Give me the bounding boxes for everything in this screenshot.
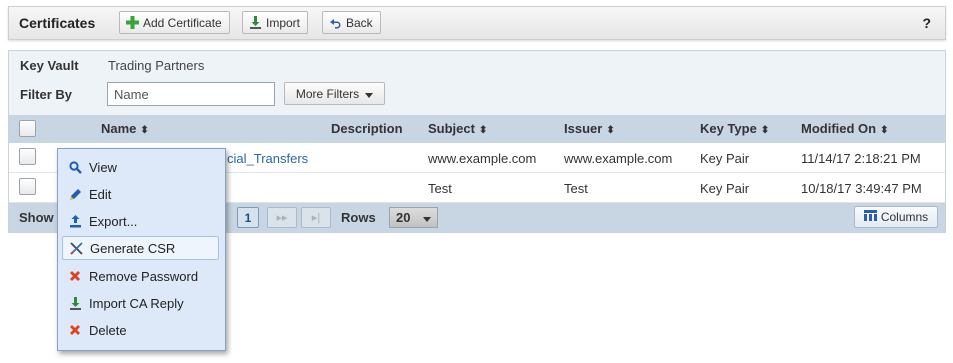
- caret-down-icon: [423, 210, 431, 225]
- back-button[interactable]: Back: [322, 11, 381, 34]
- more-filters-button[interactable]: More Filters: [284, 82, 385, 105]
- row-checkbox[interactable]: [19, 148, 36, 165]
- red-x-icon: [68, 323, 82, 337]
- sort-icon: ⬍: [880, 125, 889, 136]
- row-context-menu: View Edit Export... Generate CSR Remove …: [57, 148, 226, 351]
- columns-label: Columns: [880, 210, 929, 224]
- column-name[interactable]: Name ⬍: [101, 121, 149, 136]
- issuer-cell: www.example.com: [564, 151, 673, 166]
- column-description: Description: [331, 121, 403, 136]
- rows-per-page-value: 20: [396, 210, 411, 225]
- menu-item-import-ca-reply[interactable]: Import CA Reply: [62, 291, 219, 315]
- key-type-cell: Key Pair: [700, 181, 750, 196]
- sort-icon: ⬍: [606, 125, 615, 136]
- column-modified-on-label: Modified On: [801, 121, 877, 136]
- modified-on-cell: 10/18/17 3:49:47 PM: [801, 181, 922, 196]
- menu-item-label: Export...: [89, 213, 138, 229]
- column-issuer[interactable]: Issuer ⬍: [564, 121, 615, 136]
- key-vault-label: Key Vault: [20, 58, 79, 73]
- menu-item-label: Remove Password: [89, 268, 199, 284]
- column-description-label: Description: [331, 121, 403, 136]
- column-subject[interactable]: Subject ⬍: [428, 121, 487, 136]
- select-all-checkbox[interactable]: [19, 120, 36, 137]
- sort-icon: ⬍: [140, 125, 149, 136]
- filter-by-label: Filter By: [20, 87, 73, 102]
- back-label: Back: [346, 15, 373, 30]
- name-filter-input[interactable]: [107, 82, 275, 106]
- menu-item-label: Generate CSR: [90, 240, 176, 256]
- column-key-type[interactable]: Key Type ⬍: [700, 121, 769, 136]
- menu-item-delete[interactable]: Delete: [62, 318, 219, 342]
- last-page-button[interactable]: ▸|: [301, 207, 331, 228]
- menu-item-remove-password[interactable]: Remove Password: [62, 264, 219, 288]
- sort-icon: ⬍: [760, 125, 770, 136]
- rows-per-page-select[interactable]: 20: [389, 207, 438, 228]
- import-button[interactable]: Import: [242, 11, 309, 34]
- filter-bar: Key Vault Trading Partners Filter By Mor…: [9, 51, 945, 115]
- row-checkbox[interactable]: [19, 178, 36, 195]
- plus-icon: [125, 16, 139, 30]
- key-type-cell: Key Pair: [700, 151, 750, 166]
- column-issuer-label: Issuer: [564, 121, 603, 136]
- menu-item-export[interactable]: Export...: [62, 209, 219, 233]
- show-label: Show: [19, 210, 54, 225]
- menu-item-label: View: [89, 159, 117, 175]
- key-vault-value: Trading Partners: [108, 58, 205, 73]
- modified-on-cell: 11/14/17 2:18:21 PM: [801, 151, 921, 166]
- help-button[interactable]: ?: [922, 15, 931, 31]
- table-header: Name ⬍ Description Subject ⬍ Issuer ⬍ Key T…: [9, 115, 945, 143]
- pencil-icon: [68, 187, 82, 201]
- menu-item-label: Import CA Reply: [89, 295, 184, 311]
- export-icon: [68, 214, 82, 228]
- back-arrow-icon: [328, 16, 342, 30]
- caret-down-icon: [365, 87, 374, 101]
- page-title: Certificates: [19, 15, 96, 31]
- column-subject-label: Subject: [428, 121, 475, 136]
- menu-item-edit[interactable]: Edit: [62, 182, 219, 206]
- more-filters-label: More Filters: [295, 86, 360, 101]
- subject-cell: www.example.com: [428, 151, 537, 166]
- column-key-type-label: Key Type: [700, 121, 757, 136]
- menu-item-label: Edit: [89, 186, 112, 202]
- columns-button[interactable]: Columns: [854, 206, 938, 228]
- import-label: Import: [266, 15, 301, 30]
- menu-item-label: Delete: [89, 322, 127, 338]
- columns-icon: [863, 210, 877, 224]
- issuer-cell: Test: [564, 181, 588, 196]
- subject-cell: Test: [428, 181, 452, 196]
- next-page-button[interactable]: ▸▸: [267, 207, 297, 228]
- menu-item-view[interactable]: View: [62, 155, 219, 179]
- column-modified-on[interactable]: Modified On ⬍: [801, 121, 889, 136]
- magnifier-icon: [68, 160, 82, 174]
- import-icon: [248, 16, 262, 30]
- tools-icon: [69, 241, 83, 255]
- current-page-button[interactable]: 1: [237, 207, 259, 228]
- import-icon: [68, 296, 82, 310]
- red-x-icon: [68, 269, 82, 283]
- certificate-name-link[interactable]: cial_Transfers: [227, 151, 308, 166]
- add-certificate-label: Add Certificate: [143, 15, 222, 30]
- toolbar: Certificates Add Certificate Import Back…: [8, 6, 946, 40]
- add-certificate-button[interactable]: Add Certificate: [119, 11, 230, 34]
- sort-icon: ⬍: [478, 125, 488, 136]
- menu-item-generate-csr[interactable]: Generate CSR: [62, 236, 219, 260]
- rows-label: Rows: [341, 210, 376, 225]
- column-name-label: Name: [101, 121, 137, 136]
